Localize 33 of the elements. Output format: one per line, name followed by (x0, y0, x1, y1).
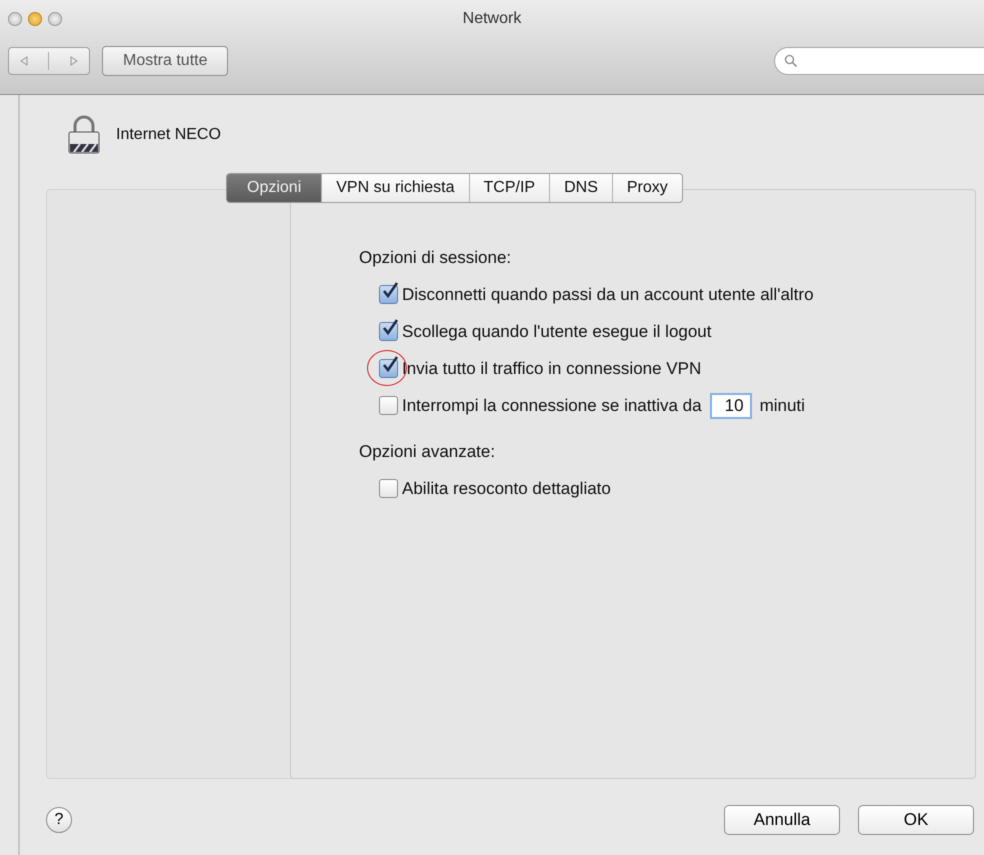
checkbox[interactable] (379, 396, 398, 415)
connection-name: Internet NECO (116, 126, 221, 144)
back-forward-control[interactable] (8, 47, 90, 75)
unit-label: minuti (760, 396, 805, 416)
zoom-button[interactable] (48, 12, 62, 26)
checkbox-label: Disconnetti quando passi da un account utente all'altro (402, 284, 814, 304)
forward-icon[interactable] (69, 56, 80, 66)
section-title: Opzioni di sessione: (359, 248, 512, 268)
checkbox-label: Scollega quando l'utente esegue il logout (402, 322, 712, 342)
search-icon (784, 54, 798, 68)
close-button[interactable] (8, 12, 22, 26)
tab[interactable]: VPN su richiesta (322, 174, 470, 202)
lock-icon (66, 115, 102, 155)
tab[interactable]: TCP/IP (470, 174, 550, 202)
minimize-button[interactable] (28, 12, 42, 26)
search-field[interactable] (774, 47, 984, 75)
checkbox[interactable] (379, 359, 398, 378)
checkbox[interactable] (379, 285, 398, 304)
checkbox-label: Abilita resoconto dettagliato (402, 478, 611, 498)
checkbox-label: Interrompi la connessione se inattiva da (402, 396, 702, 416)
show-all-button[interactable]: Mostra tutte (102, 46, 228, 76)
tab[interactable]: Proxy (612, 174, 682, 202)
back-icon[interactable] (18, 56, 29, 66)
section-title: Opzioni avanzate: (359, 442, 496, 462)
checkbox[interactable] (379, 479, 398, 498)
checkbox[interactable] (379, 322, 398, 341)
tab[interactable]: Opzioni (227, 174, 322, 202)
window-title: Network (462, 10, 522, 28)
tab[interactable]: DNS (550, 174, 613, 202)
dialog-button[interactable]: Annulla (724, 805, 840, 835)
help-button[interactable]: ? (46, 807, 72, 833)
dialog-button[interactable]: OK (858, 805, 974, 835)
minutes-field[interactable]: 10 (710, 392, 752, 418)
